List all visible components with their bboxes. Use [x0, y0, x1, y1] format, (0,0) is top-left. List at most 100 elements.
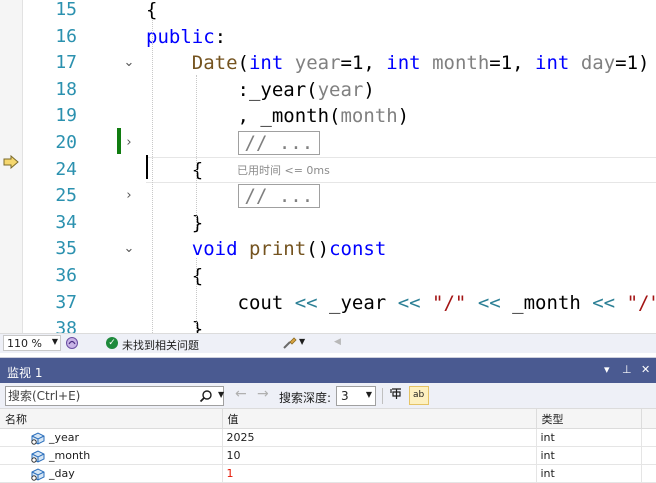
forward-arrow-icon[interactable]: →	[257, 386, 269, 402]
code-token: }	[146, 318, 204, 333]
code-token: {	[146, 158, 204, 181]
column-header-name[interactable]: 名称	[0, 409, 223, 429]
line-number: 35	[55, 238, 77, 260]
code-token: _year	[317, 291, 398, 314]
watch-name-cell[interactable]: _year	[0, 428, 223, 447]
intellicode-icon[interactable]	[65, 336, 79, 350]
code-token: public	[146, 25, 215, 48]
watch-table: 名称 值 类型 _year 2025 int _month 10 int _day 1 int	[0, 409, 656, 483]
column-header-type[interactable]: 类型	[536, 409, 642, 429]
code-token: print	[248, 238, 307, 261]
line-number: 25	[55, 185, 77, 207]
code-token: year	[317, 78, 364, 101]
line-number: 36	[55, 265, 77, 286]
code-line[interactable]: 15 {	[0, 0, 656, 24]
field-variable-icon	[31, 449, 45, 463]
code-line[interactable]: 16 public:	[0, 24, 656, 51]
horizontal-scrollbar[interactable]	[345, 334, 656, 353]
code-editor[interactable]: 15{16 public: 17 ⌄ Date(int year=1, int mon…	[0, 0, 656, 333]
column-header-value[interactable]: 值	[222, 409, 537, 429]
collapsed-region[interactable]: // ...	[237, 184, 321, 209]
chevron-down-icon[interactable]: ▼	[299, 337, 305, 346]
code-token: <<	[397, 291, 421, 314]
code-line[interactable]: 35 ⌄ void print()const	[0, 236, 656, 263]
watch-name-cell[interactable]: _month	[0, 446, 223, 465]
code-text: , _month(month)	[146, 103, 410, 129]
code-token: day	[580, 52, 616, 75]
line-number: 16	[55, 25, 77, 47]
code-line[interactable]: 18 :_year(year)	[0, 77, 656, 104]
code-token: (	[237, 52, 249, 75]
code-token: int	[535, 52, 570, 75]
line-number: 19	[55, 105, 77, 127]
window-position-dropdown-icon[interactable]: ▾	[604, 363, 610, 376]
back-arrow-icon[interactable]: ←	[235, 386, 247, 402]
close-icon[interactable]: ✕	[641, 363, 650, 376]
indent-guide	[196, 258, 197, 333]
pin-to-source-icon[interactable]	[388, 387, 405, 404]
scroll-left-arrow-icon[interactable]: ◀	[334, 337, 341, 347]
search-depth-dropdown[interactable]: 3 ▼	[336, 386, 376, 406]
table-row[interactable]: _month 10 int	[0, 446, 656, 465]
code-line[interactable]: 37 cout << _year << "/" << _month << "/"…	[0, 290, 656, 317]
collapsed-region[interactable]: // ...	[237, 131, 321, 155]
watch-value-cell[interactable]: 2025	[222, 428, 537, 447]
search-input[interactable]	[8, 388, 196, 404]
hexadecimal-display-toggle[interactable]: ab	[409, 386, 429, 405]
expand-chevron-icon[interactable]: ›	[121, 130, 137, 156]
watch-filler-cell	[641, 446, 656, 465]
issues-status[interactable]: 未找到相关问题	[122, 337, 199, 353]
code-line[interactable]: 17 ⌄ Date(int year=1, int month=1, int da…	[0, 50, 656, 77]
code-line[interactable]: 38 }	[0, 316, 656, 333]
code-text: Date(int year=1, int month=1, int day=1)	[146, 50, 650, 76]
line-number: 38	[55, 318, 77, 333]
code-line[interactable]: 20 › // ...	[0, 130, 656, 157]
watch-filler-cell	[641, 428, 656, 447]
check-circle-icon[interactable]: ✓	[106, 337, 118, 349]
code-token: year	[294, 52, 341, 75]
code-token: )	[363, 78, 375, 101]
zoom-dropdown[interactable]: 110 % ▼	[3, 335, 61, 351]
code-text: void print()const	[146, 236, 387, 262]
watch-value-cell[interactable]: 10	[222, 446, 537, 465]
code-text: }	[146, 210, 203, 236]
pin-icon[interactable]: ⊥	[622, 363, 632, 376]
watch-variable-name: _month	[49, 448, 91, 462]
watch-title-bar[interactable]: 监视 1 ▾ ⊥ ✕	[0, 358, 656, 383]
field-variable-icon	[31, 431, 45, 445]
code-line[interactable]: 25 › // ...	[0, 183, 656, 210]
code-text: public:	[146, 24, 226, 50]
watch-type-cell: int	[536, 446, 642, 465]
table-header-row: 名称 值 类型	[0, 409, 656, 429]
line-number: 18	[55, 78, 77, 100]
code-token: "/"	[432, 291, 467, 314]
search-field[interactable]: ▼	[5, 386, 224, 406]
code-text: {	[146, 263, 203, 289]
code-cleanup-brush-icon[interactable]	[282, 336, 298, 350]
code-token: ()	[306, 238, 330, 261]
code-token: =1,	[489, 52, 536, 75]
code-token: _month	[500, 291, 593, 314]
code-token: Date	[191, 52, 238, 75]
watch-type-cell: int	[536, 428, 642, 447]
code-line[interactable]: 36 {	[0, 263, 656, 290]
code-token: =1,	[340, 52, 387, 75]
current-line-highlight	[146, 156, 656, 183]
code-line[interactable]: 19 , _month(month)	[0, 103, 656, 130]
search-icon[interactable]	[199, 389, 213, 403]
collapse-chevron-icon[interactable]: ⌄	[121, 50, 137, 76]
expand-chevron-icon[interactable]: ›	[121, 183, 137, 209]
code-token: <<	[477, 291, 501, 314]
code-token: =1)	[615, 52, 650, 75]
table-row[interactable]: _year 2025 int	[0, 428, 656, 447]
code-text: // ...	[146, 183, 321, 209]
code-line[interactable]: 34 }	[0, 210, 656, 237]
toolbar-divider	[382, 388, 383, 404]
chevron-down-icon[interactable]: ▼	[218, 390, 224, 399]
collapse-chevron-icon[interactable]: ⌄	[121, 236, 137, 262]
